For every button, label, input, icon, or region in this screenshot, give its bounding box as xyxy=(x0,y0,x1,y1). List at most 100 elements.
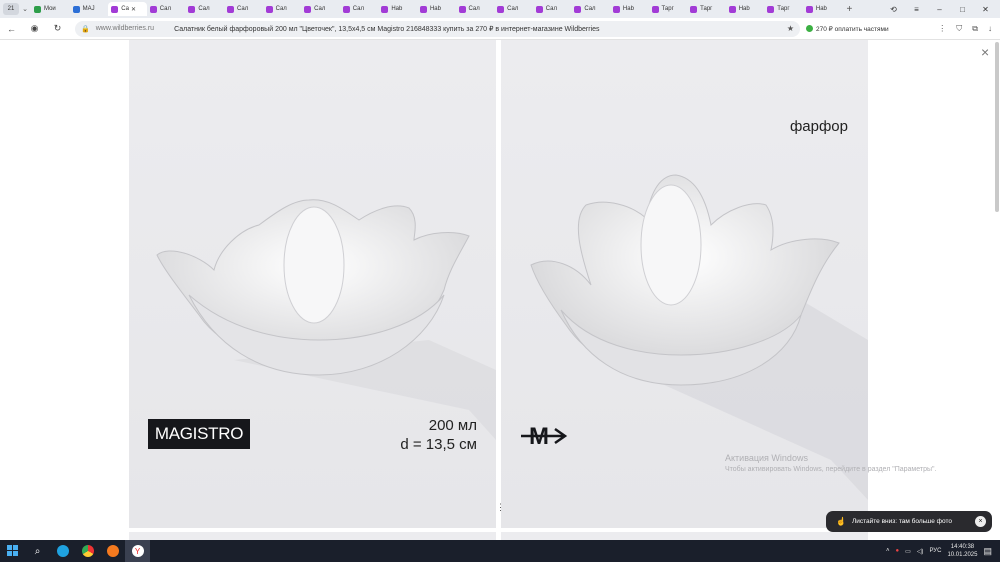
tab-label: Hab xyxy=(738,6,750,12)
tab-count-button[interactable]: 21 xyxy=(3,3,19,15)
browser-tab[interactable]: Тарг xyxy=(764,2,803,16)
tab-label: Тарг xyxy=(661,6,674,12)
taskbar-yandex[interactable]: Y xyxy=(125,540,150,562)
bookmark-icon[interactable]: ★ xyxy=(787,24,794,33)
tray-chevron-icon[interactable]: ˄ xyxy=(886,548,890,554)
system-tray: ˄ ● ▭ ◁) РУС 14:40:38 10.01.2025 ▤ xyxy=(886,540,1000,562)
tab-list-chevron-icon[interactable]: ⌄ xyxy=(19,5,31,13)
tab-label: Тарг xyxy=(777,6,790,12)
browser-tab[interactable]: Hab xyxy=(417,2,456,16)
brand-mark-icon: M xyxy=(521,423,568,450)
tab-label: Сал xyxy=(507,6,519,12)
tab-favicon-icon xyxy=(497,5,505,13)
collections-icon[interactable]: ⟲ xyxy=(882,5,905,14)
toast-close-button[interactable]: × xyxy=(975,516,986,527)
tab-favicon-icon xyxy=(111,5,119,13)
tab-label: Hab xyxy=(815,6,827,12)
browser-tab[interactable]: Сал xyxy=(533,2,572,16)
taskbar-edge[interactable] xyxy=(50,540,75,562)
tab-favicon-icon xyxy=(34,5,41,13)
browser-tab[interactable]: Hab xyxy=(803,2,842,16)
browser-tab[interactable]: Сал xyxy=(494,2,533,16)
search-button[interactable]: ⌕ xyxy=(25,540,50,562)
minimize-icon[interactable]: – xyxy=(928,5,951,14)
windows-activation-watermark: Активация Windows Чтобы активировать Win… xyxy=(725,452,936,476)
browser-tab[interactable]: Сал xyxy=(224,2,263,16)
yandex-icon: Y xyxy=(131,545,144,557)
tray-app-icon[interactable]: ● xyxy=(896,548,900,554)
edge-icon xyxy=(56,545,69,557)
tab-label: Сал xyxy=(236,6,249,12)
tab-label: Сал xyxy=(545,6,557,12)
browser-tab[interactable]: MAJ xyxy=(70,2,109,16)
tab-favicon-icon xyxy=(690,5,698,13)
language-indicator[interactable]: РУС xyxy=(929,548,941,554)
tab-favicon-icon xyxy=(381,5,389,13)
tab-label: Са xyxy=(121,6,129,12)
network-icon[interactable]: ▭ xyxy=(905,548,911,555)
tab-label: Hab xyxy=(622,6,634,12)
tab-favicon-icon xyxy=(805,5,813,13)
tab-label: Сал xyxy=(584,6,596,12)
url-field[interactable]: 🔒 www.wildberries.ru Салатник белый фарф… xyxy=(75,20,800,37)
tab-favicon-icon xyxy=(651,5,659,13)
window-controls: ⟲ ≡ – □ ✕ xyxy=(882,0,997,18)
taskbar-chrome[interactable] xyxy=(75,540,100,562)
extensions-icon[interactable]: ⧉ xyxy=(972,24,978,34)
menu-icon[interactable]: ≡ xyxy=(905,5,928,14)
tab-favicon-icon xyxy=(226,5,234,13)
shield-icon[interactable]: ⛉ xyxy=(956,24,962,34)
tab-label: Hab xyxy=(391,6,403,12)
more-icon[interactable]: ⋮ xyxy=(938,24,946,34)
tab-favicon-icon xyxy=(304,5,312,13)
tabs: Мои MAJ Са ✕ Сал Сал Сал Сал Сал Сал Hab Hab Сал Сал С… xyxy=(31,2,841,16)
tab-label: MAJ xyxy=(82,6,95,12)
taskbar-firefox[interactable] xyxy=(100,540,125,562)
browser-tab[interactable]: Тарг xyxy=(687,2,726,16)
tab-label: Сал xyxy=(352,6,364,12)
browser-tab[interactable]: Мои xyxy=(31,2,70,16)
browser-tab[interactable]: Са ✕ xyxy=(108,2,147,16)
browser-tab[interactable]: Сал xyxy=(456,2,495,16)
back-icon[interactable]: ← xyxy=(0,24,23,34)
close-viewer-icon[interactable]: × xyxy=(981,44,989,60)
browser-tab[interactable]: Сал xyxy=(340,2,379,16)
browser-tab[interactable]: Сал xyxy=(301,2,340,16)
tab-favicon-icon xyxy=(265,5,273,13)
viewer-dots: ⋮ xyxy=(496,502,505,512)
close-window-icon[interactable]: ✕ xyxy=(974,5,997,14)
tab-strip: 21 ⌄ Мои MAJ Са ✕ Сал Сал Сал Сал Сал Сал Hab Hab Са… xyxy=(0,0,1000,18)
browser-tab[interactable]: Hab xyxy=(610,2,649,16)
scrollbar[interactable] xyxy=(995,42,999,212)
hand-pointer-icon: ☝ xyxy=(836,517,846,526)
browser-tab[interactable]: Сал xyxy=(571,2,610,16)
tab-label: Тарг xyxy=(700,6,713,12)
notification-icon[interactable]: ▤ xyxy=(983,546,992,557)
clock[interactable]: 14:40:38 10.01.2025 xyxy=(947,543,977,559)
maximize-icon[interactable]: □ xyxy=(951,5,974,14)
download-icon[interactable]: ↓ xyxy=(988,24,992,34)
activation-title: Активация Windows xyxy=(725,453,808,463)
pay-offer-button[interactable]: 270 ₽ оплатить частями xyxy=(806,25,889,33)
start-button[interactable] xyxy=(0,540,25,562)
browser-tab[interactable]: Сал xyxy=(185,2,224,16)
browser-tab[interactable]: Hab xyxy=(378,2,417,16)
diameter-label: d = 13,5 см xyxy=(400,436,477,453)
new-tab-button[interactable]: + xyxy=(843,4,855,15)
account-icon[interactable]: ◉ xyxy=(23,23,46,34)
reload-icon[interactable]: ↻ xyxy=(46,23,69,34)
product-image-1[interactable]: MAGISTRO 200 мл d = 13,5 см xyxy=(129,40,496,528)
next-image-strip xyxy=(501,532,868,540)
pay-offer-label: 270 ₽ оплатить частями xyxy=(816,25,889,33)
tab-count: 21 xyxy=(7,6,15,12)
search-icon: ⌕ xyxy=(34,545,41,557)
tab-close-icon[interactable]: ✕ xyxy=(131,6,136,13)
browser-tab[interactable]: Сал xyxy=(147,2,186,16)
tab-favicon-icon xyxy=(535,5,543,13)
browser-tab[interactable]: Hab xyxy=(726,2,765,16)
tab-favicon-icon xyxy=(419,5,427,13)
bowl-image xyxy=(156,199,496,440)
browser-tab[interactable]: Тарг xyxy=(649,2,688,16)
browser-tab[interactable]: Сал xyxy=(263,2,302,16)
volume-icon[interactable]: ◁) xyxy=(917,548,924,555)
